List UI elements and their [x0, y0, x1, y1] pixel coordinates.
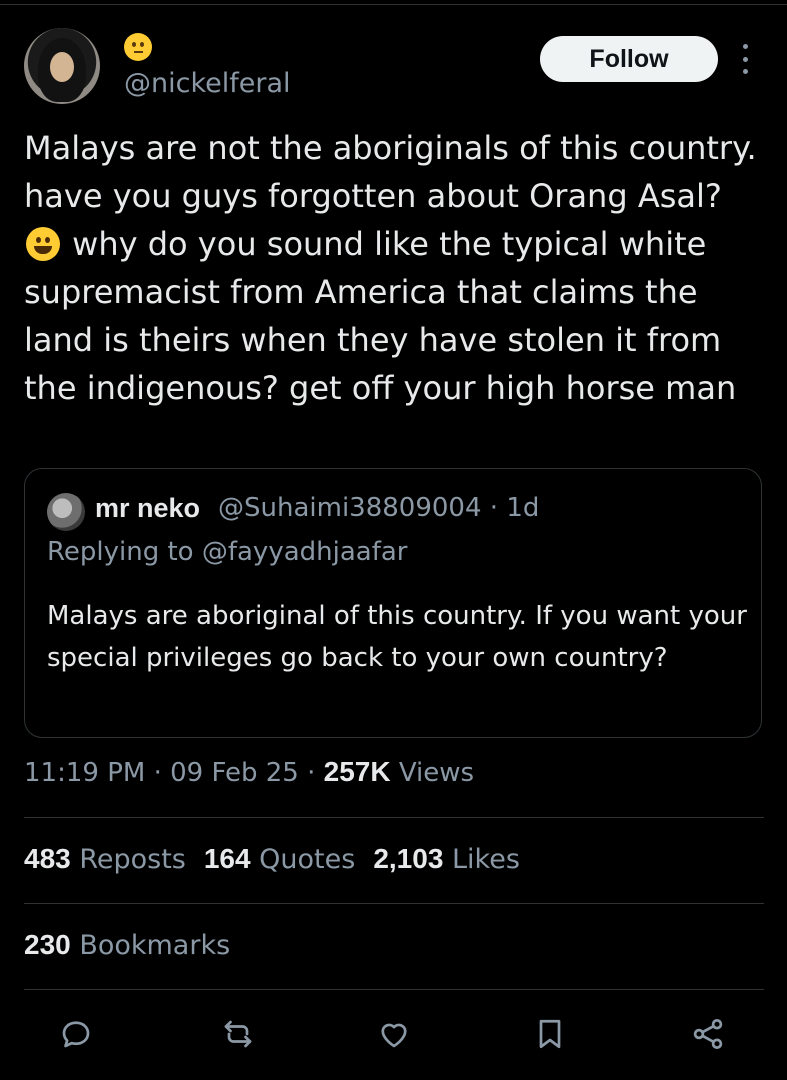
bookmark-icon[interactable] — [528, 1012, 572, 1056]
likes-label: Likes — [452, 844, 520, 875]
author-display-name-emoji[interactable] — [124, 30, 158, 64]
views-label: Views — [398, 758, 475, 788]
reposts-stat[interactable]: 483 Reposts — [24, 843, 186, 875]
bookmarks-stat[interactable]: 230 Bookmarks — [24, 929, 230, 961]
quoted-author-name: mr neko — [95, 493, 201, 523]
likes-stat[interactable]: 2,103 Likes — [373, 843, 520, 875]
quotes-label: Quotes — [259, 844, 356, 875]
tweet-text-part-1: Malays are not the aboriginals of this c… — [24, 129, 767, 215]
divider — [24, 903, 764, 904]
quoted-author-handle: @Suhaimi38809004 — [218, 493, 482, 523]
raised-eyebrow-emoji-icon — [124, 33, 152, 61]
tweet-date[interactable]: 09 Feb 25 — [170, 758, 299, 788]
reposts-label: Reposts — [79, 844, 186, 875]
tweet-time[interactable]: 11:19 PM — [24, 758, 145, 788]
avatar-face-shape — [50, 52, 74, 82]
divider — [24, 989, 764, 990]
action-bar — [0, 1012, 787, 1060]
tweet-text-part-2: why do you sound like the typical white … — [24, 225, 737, 407]
tweet-text: Malays are not the aboriginals of this c… — [24, 124, 764, 412]
bookmarks-count: 230 — [24, 929, 71, 960]
quoted-meta-separator: · — [489, 493, 499, 523]
quotes-stat[interactable]: 164 Quotes — [203, 843, 356, 875]
reply-icon[interactable] — [54, 1012, 98, 1056]
divider — [24, 817, 764, 818]
tweet-meta: 11:19 PM · 09 Feb 25 · 257K Views — [24, 756, 475, 788]
quotes-count: 164 — [203, 843, 251, 874]
share-icon[interactable] — [686, 1012, 730, 1056]
quoted-tweet-text: Malays are aboriginal of this country. I… — [47, 601, 747, 673]
grinning-face-emoji-icon — [26, 227, 60, 261]
likes-count: 2,103 — [373, 843, 444, 874]
more-options-icon[interactable] — [738, 44, 752, 74]
author-avatar[interactable] — [24, 28, 100, 104]
quoted-tweet-age: 1d — [506, 493, 540, 523]
repost-icon[interactable] — [216, 1012, 260, 1056]
bookmarks-label: Bookmarks — [79, 930, 231, 961]
author-handle[interactable]: @nickelferal — [124, 68, 291, 99]
views-count: 257K — [323, 756, 391, 787]
reposts-count: 483 — [24, 843, 71, 874]
quoted-replying-to: Replying to @fayyadhjaafar — [47, 537, 408, 567]
quoted-tweet-card[interactable]: mr neko @Suhaimi38809004 · 1d Replying t… — [24, 468, 762, 738]
engagement-stats: 483 Reposts 164 Quotes 2,103 Likes — [24, 843, 520, 875]
follow-button[interactable]: Follow — [540, 36, 718, 82]
quoted-author-meta: @Suhaimi38809004 · 1d — [218, 493, 539, 523]
like-icon[interactable] — [372, 1012, 416, 1056]
quoted-author-avatar — [47, 493, 85, 531]
top-divider — [0, 4, 787, 5]
